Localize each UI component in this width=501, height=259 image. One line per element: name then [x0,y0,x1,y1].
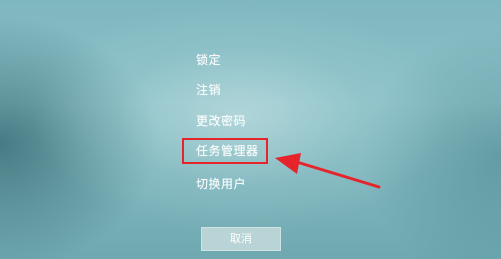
red-arrow-icon [275,153,381,189]
cancel-button[interactable]: 取消 [201,227,281,251]
